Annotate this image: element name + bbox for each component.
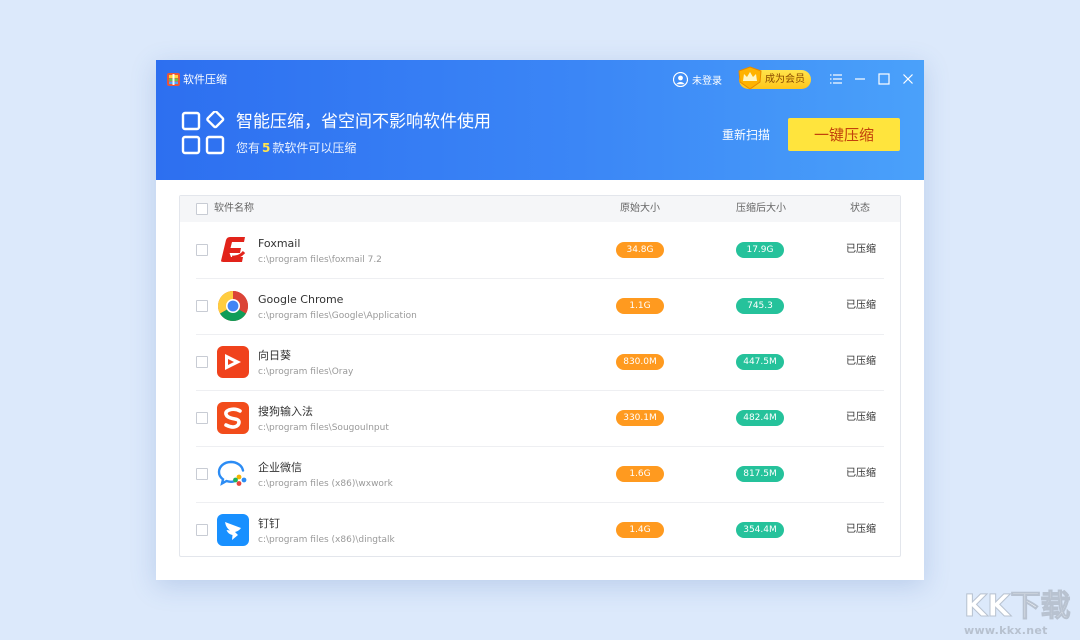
software-path: c:\program files\Oray bbox=[258, 367, 354, 377]
software-name: 搜狗输入法 bbox=[258, 405, 313, 418]
compressed-size-badge: 817.5M bbox=[736, 466, 784, 482]
software-path: c:\program files\Google\Application bbox=[258, 311, 417, 321]
table-row[interactable]: 钉钉 c:\program files (x86)\dingtalk 1.4G … bbox=[196, 502, 884, 558]
status-text: 已压缩 bbox=[846, 412, 876, 423]
status-text: 已压缩 bbox=[846, 244, 876, 255]
user-avatar-icon bbox=[673, 72, 688, 87]
table-header: 软件名称 原始大小 压缩后大小 状态 bbox=[180, 196, 900, 222]
original-size-badge: 1.6G bbox=[616, 466, 664, 482]
sunlogin-icon bbox=[217, 346, 249, 378]
original-size-badge: 330.1M bbox=[616, 410, 664, 426]
vip-button[interactable]: 成为会员 bbox=[738, 66, 811, 90]
maximize-icon[interactable] bbox=[877, 72, 891, 86]
original-size-badge: 1.1G bbox=[616, 298, 664, 314]
column-name: 软件名称 bbox=[214, 203, 254, 214]
row-checkbox[interactable] bbox=[196, 412, 208, 424]
compressed-size-badge: 17.9G bbox=[736, 242, 784, 258]
crown-icon bbox=[738, 66, 762, 90]
app-logo-icon bbox=[167, 73, 180, 86]
table-row[interactable]: Google Chrome c:\program files\Google\Ap… bbox=[196, 278, 884, 335]
column-status: 状态 bbox=[850, 203, 870, 214]
software-name: 钉钉 bbox=[258, 517, 280, 530]
table-row[interactable]: 企业微信 c:\program files (x86)\wxwork 1.6G … bbox=[196, 446, 884, 503]
software-path: c:\program files (x86)\dingtalk bbox=[258, 535, 395, 545]
software-name: 企业微信 bbox=[258, 461, 302, 474]
header-banner: 软件压缩 未登录 成为会员 智能压缩，省空间不影响软件使用 您有 5 款软件可以… bbox=[156, 60, 924, 180]
watermark-url: www.kkx.net bbox=[964, 624, 1048, 637]
apps-grid-icon bbox=[181, 111, 225, 155]
compressed-size-badge: 482.4M bbox=[736, 410, 784, 426]
software-table: 软件名称 原始大小 压缩后大小 状态 Foxmail c:\program fi… bbox=[179, 195, 901, 557]
vip-label: 成为会员 bbox=[765, 74, 805, 85]
software-name: 向日葵 bbox=[258, 349, 291, 362]
app-window: 软件压缩 未登录 成为会员 智能压缩，省空间不影响软件使用 您有 5 款软件可以… bbox=[156, 60, 924, 580]
software-name: Google Chrome bbox=[258, 293, 344, 306]
menu-icon[interactable] bbox=[829, 72, 843, 86]
original-size-badge: 1.4G bbox=[616, 522, 664, 538]
rescan-button[interactable]: 重新扫描 bbox=[722, 126, 770, 143]
status-text: 已压缩 bbox=[846, 356, 876, 367]
status-text: 已压缩 bbox=[846, 300, 876, 311]
column-compressed-size: 压缩后大小 bbox=[736, 203, 786, 214]
row-checkbox[interactable] bbox=[196, 468, 208, 480]
column-original-size: 原始大小 bbox=[620, 203, 660, 214]
row-checkbox[interactable] bbox=[196, 524, 208, 536]
compressed-size-badge: 354.4M bbox=[736, 522, 784, 538]
login-label: 未登录 bbox=[692, 76, 722, 87]
foxmail-icon bbox=[221, 237, 246, 262]
table-row[interactable]: 向日葵 c:\program files\Oray 830.0M 447.5M … bbox=[196, 334, 884, 391]
app-title: 软件压缩 bbox=[183, 73, 227, 86]
sub-suffix: 款软件可以压缩 bbox=[272, 141, 357, 155]
status-text: 已压缩 bbox=[846, 468, 876, 479]
table-row[interactable]: 搜狗输入法 c:\program files\SougouInput 330.1… bbox=[196, 390, 884, 447]
sub-headline: 您有 5 款软件可以压缩 bbox=[236, 140, 356, 156]
compressed-size-badge: 745.3 bbox=[736, 298, 784, 314]
select-all-checkbox[interactable] bbox=[196, 203, 208, 215]
headline: 智能压缩，省空间不影响软件使用 bbox=[236, 112, 491, 132]
sogou-icon bbox=[217, 402, 249, 434]
original-size-badge: 830.0M bbox=[616, 354, 664, 370]
original-size-badge: 34.8G bbox=[616, 242, 664, 258]
software-path: c:\program files\SougouInput bbox=[258, 423, 389, 433]
table-row[interactable]: Foxmail c:\program files\foxmail 7.2 34.… bbox=[196, 222, 884, 279]
software-count: 5 bbox=[262, 141, 271, 155]
login-button[interactable]: 未登录 bbox=[673, 71, 722, 88]
wxwork-icon bbox=[217, 460, 247, 486]
minimize-icon[interactable] bbox=[853, 72, 867, 86]
software-name: Foxmail bbox=[258, 237, 301, 250]
chrome-icon bbox=[217, 291, 249, 322]
sub-prefix: 您有 bbox=[236, 141, 261, 155]
watermark-text: KK下载 bbox=[964, 589, 1071, 624]
status-text: 已压缩 bbox=[846, 524, 876, 535]
dingtalk-icon bbox=[217, 514, 249, 546]
compressed-size-badge: 447.5M bbox=[736, 354, 784, 370]
row-checkbox[interactable] bbox=[196, 244, 208, 256]
software-path: c:\program files\foxmail 7.2 bbox=[258, 255, 382, 265]
software-path: c:\program files (x86)\wxwork bbox=[258, 479, 393, 489]
row-checkbox[interactable] bbox=[196, 356, 208, 368]
close-icon[interactable] bbox=[901, 72, 915, 86]
one-click-compress-button[interactable]: 一键压缩 bbox=[788, 118, 900, 151]
row-checkbox[interactable] bbox=[196, 300, 208, 312]
